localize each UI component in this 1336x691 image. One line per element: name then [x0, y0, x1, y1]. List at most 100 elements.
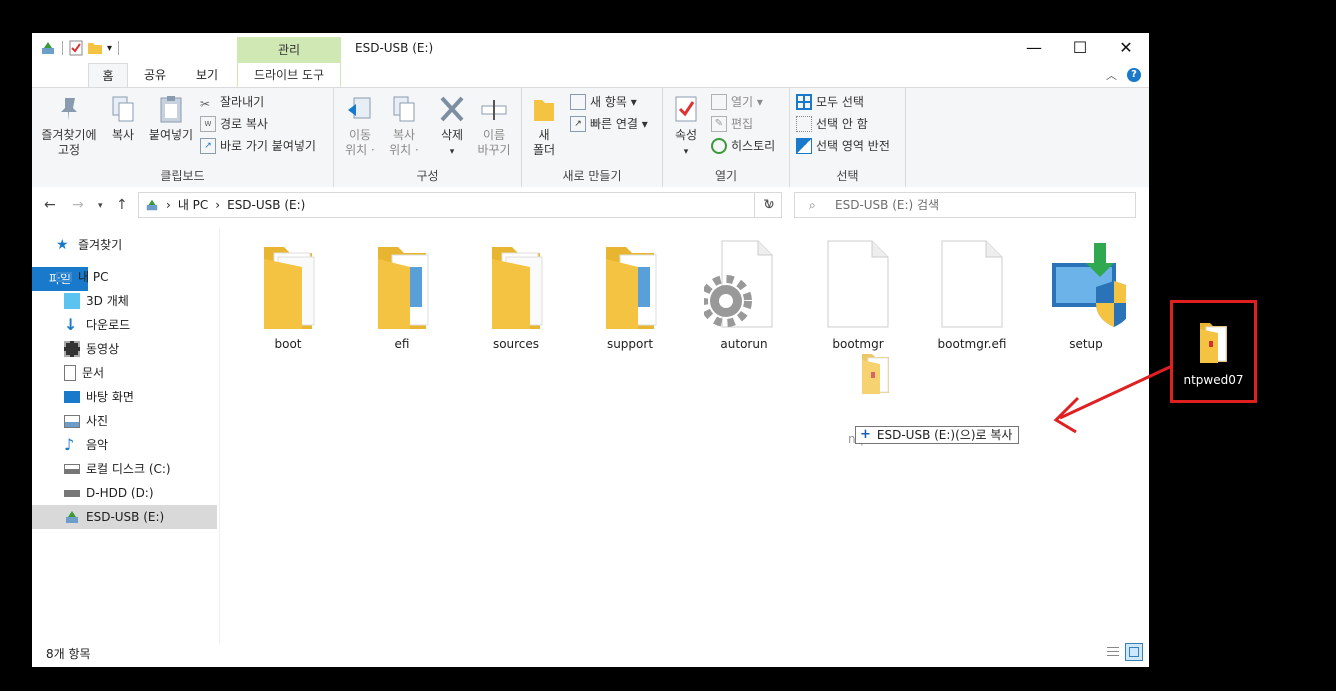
nav-label: 사진	[86, 414, 109, 428]
star-icon: ★	[56, 237, 69, 253]
file-item-bootmgr-efi[interactable]: bootmgr.efi	[924, 237, 1020, 351]
breadcrumb-item-drive[interactable]: ESD-USB (E:)	[227, 193, 305, 217]
nav-label: 문서	[82, 366, 105, 380]
invert-selection-label: 선택 영역 반전	[816, 139, 890, 153]
new-folder-label-1: 새	[538, 128, 550, 142]
context-tab-group: 관리	[237, 37, 341, 63]
scissors-icon: ✂	[200, 97, 211, 111]
paste-button[interactable]: 붙여넣기	[144, 94, 198, 143]
select-all-label: 모두 선택	[816, 95, 864, 109]
paste-shortcut-button[interactable]: ↗ 바로 가기 붙여넣기	[200, 136, 316, 156]
easy-access-label: 빠른 연결 ▾	[590, 117, 648, 131]
nav-item-3d-objects[interactable]: 3D 개체	[32, 289, 249, 313]
move-label-2: 위치 ·	[345, 143, 375, 157]
file-item-autorun[interactable]: autorun	[696, 237, 792, 351]
nav-item-local-disk-c[interactable]: 로컬 디스크 (C:)	[32, 457, 249, 481]
ribbon-tabs: 파일 홈 공유 보기 드라이브 도구	[32, 63, 1149, 291]
nav-item-music[interactable]: ♪ 음악	[32, 433, 249, 457]
tab-home[interactable]: 홈	[88, 63, 128, 87]
pin-to-quick-access-button[interactable]: 즐겨찾기에 고정	[36, 94, 102, 158]
drag-tooltip: + ESD-USB (E:)(으)로 복사	[855, 426, 1020, 444]
new-item-button[interactable]: 새 항목 ▾	[570, 92, 637, 112]
collapse-ribbon-icon[interactable]: ︿	[1106, 67, 1117, 83]
picture-icon	[64, 414, 80, 428]
select-all-button[interactable]: 모두 선택	[796, 92, 864, 112]
recent-locations-icon[interactable]: ▾	[98, 201, 103, 211]
delete-button[interactable]: 삭제 ▾	[434, 94, 470, 160]
folder-icon	[862, 354, 889, 394]
copy-to-button[interactable]: 복사 위치 ·	[384, 94, 424, 158]
close-button[interactable]: ✕	[1103, 33, 1149, 63]
customize-qat-icon[interactable]: ▾	[107, 43, 112, 54]
up-arrow-icon[interactable]: ↑	[116, 197, 128, 213]
tab-share[interactable]: 공유	[132, 63, 178, 87]
cut-label: 잘라내기	[220, 95, 265, 109]
breadcrumb-item-this-pc[interactable]: 내 PC	[178, 193, 208, 217]
forward-arrow-icon[interactable]: →	[72, 197, 84, 213]
cube-icon	[64, 293, 80, 309]
status-item-count: 8개 항목	[46, 647, 91, 661]
properties-icon[interactable]	[69, 40, 83, 56]
rename-button[interactable]: 이름 바꾸기	[474, 94, 514, 158]
file-icon	[941, 240, 1003, 328]
drive-icon	[64, 489, 80, 497]
large-icons-view-icon[interactable]	[1125, 643, 1143, 661]
file-item-boot[interactable]: boot	[240, 237, 336, 351]
easy-access-button[interactable]: ↗ 빠른 연결 ▾	[570, 114, 648, 134]
edit-button[interactable]: ✎ 편집	[711, 114, 753, 134]
ribbon-tools: ︿ ?	[1106, 67, 1141, 83]
nav-item-downloads[interactable]: ↓ 다운로드	[32, 313, 249, 337]
move-to-button[interactable]: 이동 위치 ·	[340, 94, 380, 158]
folder-icon	[534, 100, 554, 121]
folder-icon	[492, 247, 543, 329]
open-button[interactable]: 열기 ▾	[711, 92, 763, 112]
maximize-button[interactable]: ☐	[1057, 33, 1103, 63]
nav-item-quick-access[interactable]: ★ 즐겨찾기	[32, 233, 241, 257]
open-icon	[711, 94, 727, 110]
breadcrumb-sep: ›	[215, 198, 221, 212]
file-item-support[interactable]: support	[582, 237, 678, 351]
help-icon[interactable]: ?	[1127, 68, 1141, 82]
desktop-item-ntpwed07[interactable]: ntpwed07	[1170, 300, 1257, 403]
new-folder-icon[interactable]	[87, 40, 103, 56]
explorer-window: ▾ 관리 ESD-USB (E:) — ☐ ✕ 파일 홈 공유 보기 드라이브 …	[32, 33, 1149, 667]
file-item-efi[interactable]: efi	[354, 237, 450, 351]
nav-item-pictures[interactable]: 사진	[32, 409, 249, 433]
file-item-sources[interactable]: sources	[468, 237, 564, 351]
paste-shortcut-label: 바로 가기 붙여넣기	[220, 139, 316, 153]
nav-label: 음악	[86, 438, 109, 452]
copy-path-button[interactable]: W 경로 복사	[200, 114, 268, 134]
invert-selection-button[interactable]: 선택 영역 반전	[796, 136, 890, 156]
nav-item-d-hdd[interactable]: D-HDD (D:)	[32, 481, 249, 505]
file-item-bootmgr[interactable]: bootmgr	[810, 237, 906, 351]
search-box[interactable]: ⌕ ESD-USB (E:) 검색	[794, 192, 1136, 218]
minimize-button[interactable]: —	[1011, 33, 1057, 63]
new-folder-button[interactable]: 새 폴더	[528, 94, 560, 158]
properties-button[interactable]: 속성 ▾	[669, 94, 703, 160]
select-none-label: 선택 안 함	[816, 117, 868, 131]
back-arrow-icon[interactable]: ←	[44, 197, 56, 213]
refresh-button[interactable]: ↻	[754, 192, 783, 218]
select-none-button[interactable]: 선택 안 함	[796, 114, 868, 134]
tab-drive-tools[interactable]: 드라이브 도구	[237, 63, 341, 87]
edit-icon: ✎	[711, 116, 727, 132]
pane-divider[interactable]	[219, 229, 220, 643]
nav-label: 다운로드	[86, 318, 131, 332]
nav-item-videos[interactable]: 동영상	[32, 337, 249, 361]
group-open: 속성 ▾ 열기 ▾ ✎ 편집 히스토리 열기	[663, 88, 790, 187]
nav-item-desktop[interactable]: 바탕 화면	[32, 385, 249, 409]
rename-label-2: 바꾸기	[477, 143, 511, 157]
tab-view[interactable]: 보기	[184, 63, 230, 87]
address-bar[interactable]: › 내 PC › ESD-USB (E:) ∨	[138, 192, 782, 218]
history-button[interactable]: 히스토리	[711, 136, 775, 156]
desktop-icon	[64, 391, 80, 403]
file-item-setup[interactable]: setup	[1038, 237, 1134, 351]
file-name: autorun	[720, 337, 768, 351]
cut-button[interactable]: ✂ 잘라내기	[200, 92, 264, 112]
nav-item-documents[interactable]: 문서	[32, 361, 249, 385]
nav-item-this-pc[interactable]: 내 PC	[32, 265, 241, 289]
copy-button[interactable]: 복사	[106, 94, 140, 143]
setup-icon	[1052, 243, 1126, 327]
details-view-icon[interactable]	[1103, 643, 1121, 661]
nav-item-esd-usb[interactable]: ESD-USB (E:)	[32, 505, 217, 529]
